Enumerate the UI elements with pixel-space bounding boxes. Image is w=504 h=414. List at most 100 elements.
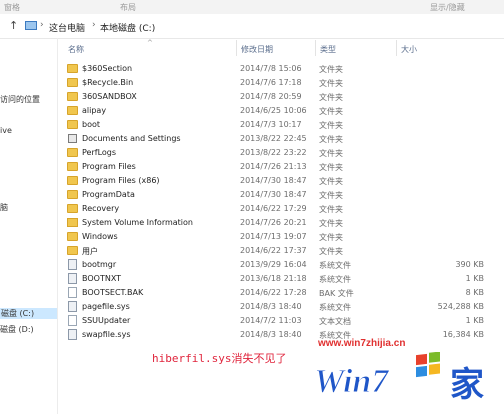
file-row[interactable]: BOOTNXT 2013/6/18 21:18 系统文件 1 KB <box>62 272 502 286</box>
file-type: 文件夹 <box>319 219 343 228</box>
file-size: 390 KB <box>455 260 484 269</box>
breadcrumb-local-disk-c[interactable]: 本地磁盘 (C:) <box>100 21 155 34</box>
file-name: $Recycle.Bin <box>82 78 134 87</box>
file-name: swapfile.sys <box>82 330 131 339</box>
file-row[interactable]: System Volume Information 2014/7/26 20:21… <box>62 216 502 230</box>
file-size: 1 KB <box>465 274 484 283</box>
file-type: 文件夹 <box>319 107 343 116</box>
file-row[interactable]: boot 2014/7/3 10:17 文件夹 <box>62 118 502 132</box>
nav-item-local-disk-d[interactable]: 磁盘 (D:) <box>0 324 34 335</box>
breadcrumb-separator-icon[interactable]: › <box>40 20 44 30</box>
file-row[interactable]: alipay 2014/6/25 10:06 文件夹 <box>62 104 502 118</box>
column-header-name[interactable]: 名称 <box>68 44 84 55</box>
file-name: $360Section <box>82 64 133 73</box>
file-type: 文件夹 <box>319 79 343 88</box>
file-type: 文件夹 <box>319 163 343 172</box>
logo-text: Win7 <box>314 363 390 400</box>
folder-shortcut-icon <box>68 134 77 143</box>
column-header-size[interactable]: 大小 <box>401 44 417 55</box>
folder-icon <box>67 246 78 255</box>
file-size: 16,384 KB <box>442 330 484 339</box>
file-type: 文件夹 <box>319 233 343 242</box>
system-file-icon <box>68 273 77 284</box>
file-size: 524,288 KB <box>437 302 484 311</box>
ribbon-bar: 窗格 布局 显示/隐藏 <box>0 0 504 15</box>
column-divider[interactable] <box>396 40 397 56</box>
address-bar[interactable]: ↑ › 这台电脑 › 本地磁盘 (C:) <box>0 14 504 39</box>
file-row[interactable]: bootmgr 2013/9/29 16:04 系统文件 390 KB <box>62 258 502 272</box>
nav-item-local-disk-c[interactable]: 磁盘 (C:) <box>0 308 57 319</box>
folder-icon <box>67 78 78 87</box>
system-file-icon <box>68 301 77 312</box>
file-row[interactable]: Documents and Settings 2013/8/22 22:45 文件夹 <box>62 132 502 146</box>
column-divider[interactable] <box>236 40 237 56</box>
file-name: PerfLogs <box>82 148 117 157</box>
file-row[interactable]: SSUUpdater 2014/7/2 11:03 文本文档 1 KB <box>62 314 502 328</box>
file-date: 2014/6/25 10:06 <box>240 106 307 115</box>
file-name: alipay <box>82 106 107 115</box>
file-type: 文件夹 <box>319 93 343 102</box>
file-name: Recovery <box>82 204 120 213</box>
file-type: 文件夹 <box>319 65 343 74</box>
file-date: 2013/8/22 22:45 <box>240 134 307 143</box>
column-divider[interactable] <box>315 40 316 56</box>
file-date: 2014/7/26 21:13 <box>240 162 307 171</box>
file-row[interactable]: Recovery 2014/6/22 17:29 文件夹 <box>62 202 502 216</box>
file-row[interactable]: Program Files (x86) 2014/7/30 18:47 文件夹 <box>62 174 502 188</box>
file-row[interactable]: $Recycle.Bin 2014/7/6 17:18 文件夹 <box>62 76 502 90</box>
file-row[interactable]: 用户 2014/6/22 17:37 文件夹 <box>62 244 502 258</box>
file-row[interactable]: pagefile.sys 2014/8/3 18:40 系统文件 524,288 KB <box>62 300 502 314</box>
file-row[interactable]: swapfile.sys 2014/8/3 18:40 系统文件 16,384 KB <box>62 328 502 342</box>
file-type: 文本文档 <box>319 317 351 326</box>
nav-item-recent-places[interactable]: 访问的位置 <box>0 94 40 105</box>
file-date: 2014/7/2 11:03 <box>240 316 302 325</box>
file-row[interactable]: 360SANDBOX 2014/7/8 20:59 文件夹 <box>62 90 502 104</box>
folder-icon <box>67 204 78 213</box>
file-row[interactable]: BOOTSECT.BAK 2014/6/22 17:28 BAK 文件 8 KB <box>62 286 502 300</box>
file-date: 2014/7/26 20:21 <box>240 218 307 227</box>
system-file-icon <box>68 329 77 340</box>
file-date: 2014/6/22 17:29 <box>240 204 307 213</box>
file-type: BAK 文件 <box>319 289 354 298</box>
file-row[interactable]: PerfLogs 2013/8/22 23:22 文件夹 <box>62 146 502 160</box>
folder-icon <box>67 64 78 73</box>
file-row[interactable]: $360Section 2014/7/8 15:06 文件夹 <box>62 62 502 76</box>
file-name: boot <box>82 120 101 129</box>
nav-item-this-pc[interactable]: 脑 <box>0 202 8 213</box>
file-type: 文件夹 <box>319 177 343 186</box>
file-type: 文件夹 <box>319 247 343 256</box>
file-size: 8 KB <box>465 288 484 297</box>
ribbon-pane-label[interactable]: 窗格 <box>4 2 20 13</box>
file-date: 2013/8/22 23:22 <box>240 148 307 157</box>
folder-icon <box>67 232 78 241</box>
navigation-pane: 访问的位置 ive 脑 磁盘 (C:) 磁盘 (D:) <box>0 38 58 414</box>
file-date: 2014/6/22 17:37 <box>240 246 307 255</box>
windows-flag-icon <box>416 352 440 378</box>
locked-folder-icon <box>67 218 78 227</box>
this-pc-icon <box>25 21 37 30</box>
watermark-url: www.win7zhijia.cn <box>318 338 406 349</box>
breadcrumb-this-pc[interactable]: 这台电脑 <box>49 21 85 34</box>
file-row[interactable]: Windows 2014/7/13 19:07 文件夹 <box>62 230 502 244</box>
folder-icon <box>67 148 78 157</box>
file-icon <box>68 315 77 326</box>
folder-icon <box>67 190 78 199</box>
file-row[interactable]: Program Files 2014/7/26 21:13 文件夹 <box>62 160 502 174</box>
column-header-date[interactable]: 修改日期 <box>241 44 273 55</box>
ribbon-show-hide-label[interactable]: 显示/隐藏 <box>430 2 465 13</box>
file-date: 2014/7/6 17:18 <box>240 78 302 87</box>
file-type: 文件夹 <box>319 135 343 144</box>
file-size: 1 KB <box>465 316 484 325</box>
file-date: 2013/6/18 21:18 <box>240 274 307 283</box>
file-name: pagefile.sys <box>82 302 130 311</box>
file-date: 2014/7/8 20:59 <box>240 92 302 101</box>
ribbon-layout-label[interactable]: 布局 <box>120 2 136 13</box>
column-header-type[interactable]: 类型 <box>320 44 336 55</box>
file-type: 系统文件 <box>319 261 351 270</box>
breadcrumb-separator-icon[interactable]: › <box>92 20 96 30</box>
file-name: BOOTNXT <box>82 274 122 283</box>
file-row[interactable]: ProgramData 2014/7/30 18:47 文件夹 <box>62 188 502 202</box>
folder-icon <box>67 92 78 101</box>
up-arrow-icon[interactable]: ↑ <box>9 19 21 33</box>
nav-item-drive[interactable]: ive <box>0 126 12 135</box>
